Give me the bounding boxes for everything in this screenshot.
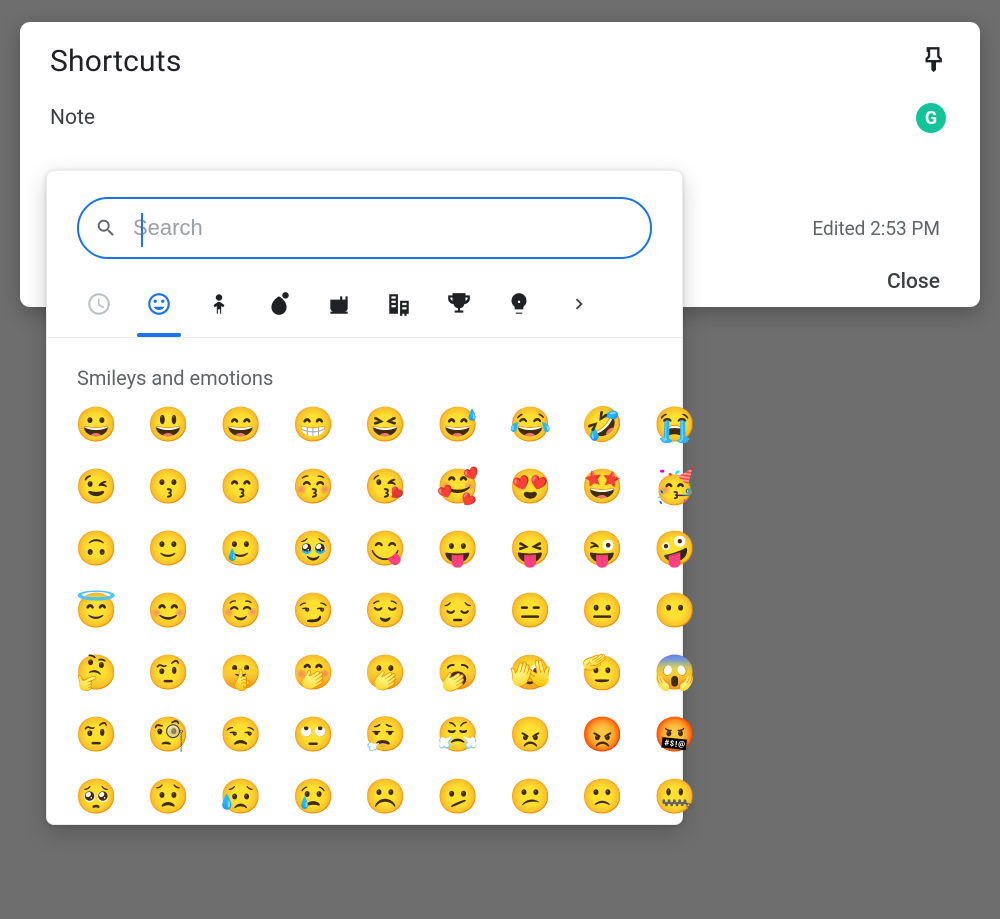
person-icon bbox=[206, 291, 232, 317]
emoji-section-title: Smileys and emotions bbox=[47, 338, 682, 404]
card-footer: Edited 2:53 PM Close bbox=[812, 217, 940, 294]
emoji-item[interactable]: 😭 bbox=[654, 408, 696, 442]
emoji-item[interactable]: 😥 bbox=[220, 780, 262, 814]
tab-nature[interactable] bbox=[249, 281, 309, 327]
note-row: Note G bbox=[50, 103, 950, 133]
search-field[interactable] bbox=[77, 197, 652, 259]
emoji-item[interactable]: 😍 bbox=[509, 470, 551, 504]
emoji-item[interactable]: 😛 bbox=[437, 532, 479, 566]
search-icon bbox=[95, 217, 117, 239]
emoji-item[interactable]: 🫣 bbox=[509, 656, 551, 690]
emoji-item[interactable]: 🫢 bbox=[364, 656, 406, 690]
search-input[interactable] bbox=[133, 215, 634, 241]
emoji-item[interactable]: 🙁 bbox=[581, 780, 623, 814]
lightbulb-icon bbox=[506, 291, 532, 317]
emoji-item[interactable]: 🧐 bbox=[147, 718, 189, 752]
emoji-item[interactable]: 😶 bbox=[654, 594, 696, 628]
tab-next[interactable] bbox=[549, 281, 609, 327]
emoji-item[interactable]: 🤐 bbox=[654, 780, 696, 814]
emoji-item[interactable]: 😊 bbox=[147, 594, 189, 628]
smiley-icon bbox=[146, 291, 172, 317]
emoji-item[interactable]: 😜 bbox=[581, 532, 623, 566]
emoji-item[interactable]: 🫡 bbox=[581, 656, 623, 690]
tab-smileys[interactable] bbox=[129, 281, 189, 327]
emoji-item[interactable]: 🥹 bbox=[292, 532, 334, 566]
travel-icon bbox=[386, 291, 412, 317]
emoji-item[interactable]: 😔 bbox=[437, 594, 479, 628]
emoji-item[interactable]: 🙂 bbox=[147, 532, 189, 566]
category-tabs bbox=[47, 273, 682, 327]
emoji-item[interactable]: 😂 bbox=[509, 408, 551, 442]
emoji-item[interactable]: 😙 bbox=[220, 470, 262, 504]
emoji-item[interactable]: 😅 bbox=[437, 408, 479, 442]
emoji-item[interactable]: 😇 bbox=[75, 594, 117, 628]
emoji-picker: Smileys and emotions 😀😃😄😁😆😅😂🤣😭😉😗😙😚😘🥰😍🤩🥳🙃… bbox=[46, 170, 683, 825]
emoji-item[interactable]: 😉 bbox=[75, 470, 117, 504]
emoji-item[interactable]: 🥰 bbox=[437, 470, 479, 504]
emoji-item[interactable]: 🤨 bbox=[147, 656, 189, 690]
emoji-item[interactable]: 😮‍💨 bbox=[364, 718, 406, 752]
emoji-item[interactable]: 😏 bbox=[292, 594, 334, 628]
emoji-item[interactable]: ☹️ bbox=[364, 780, 406, 814]
emoji-item[interactable]: 😘 bbox=[364, 470, 406, 504]
emoji-item[interactable]: 😢 bbox=[292, 780, 334, 814]
emoji-item[interactable]: 🥺 bbox=[75, 780, 117, 814]
emoji-item[interactable]: 😃 bbox=[147, 408, 189, 442]
emoji-item[interactable]: 😌 bbox=[364, 594, 406, 628]
emoji-item[interactable]: 😋 bbox=[364, 532, 406, 566]
grammarly-badge-icon[interactable]: G bbox=[916, 103, 946, 133]
emoji-item[interactable]: 🤫 bbox=[220, 656, 262, 690]
emoji-item[interactable]: 🤬 bbox=[654, 718, 696, 752]
emoji-item[interactable]: 🥲 bbox=[220, 532, 262, 566]
food-icon bbox=[326, 291, 352, 317]
emoji-item[interactable]: 🤣 bbox=[581, 408, 623, 442]
tab-travel[interactable] bbox=[369, 281, 429, 327]
edited-timestamp: Edited 2:53 PM bbox=[812, 217, 940, 240]
emoji-item[interactable]: 🥳 bbox=[654, 470, 696, 504]
emoji-grid: 😀😃😄😁😆😅😂🤣😭😉😗😙😚😘🥰😍🤩🥳🙃🙂🥲🥹😋😛😝😜🤪😇😊☺️😏😌😔😑😐😶🤔🤨🤫… bbox=[47, 404, 682, 814]
emoji-item[interactable]: 😕 bbox=[509, 780, 551, 814]
text-caret bbox=[141, 213, 143, 247]
nature-icon bbox=[266, 291, 292, 317]
emoji-item[interactable]: 😑 bbox=[509, 594, 551, 628]
emoji-item[interactable]: 😝 bbox=[509, 532, 551, 566]
tab-people[interactable] bbox=[189, 281, 249, 327]
emoji-item[interactable]: 😁 bbox=[292, 408, 334, 442]
emoji-item[interactable]: 😚 bbox=[292, 470, 334, 504]
emoji-item[interactable]: 🤭 bbox=[292, 656, 334, 690]
emoji-item[interactable]: 🤔 bbox=[75, 656, 117, 690]
tab-objects[interactable] bbox=[489, 281, 549, 327]
emoji-item[interactable]: 🙄 bbox=[292, 718, 334, 752]
emoji-item[interactable]: 😒 bbox=[220, 718, 262, 752]
tab-food[interactable] bbox=[309, 281, 369, 327]
emoji-item[interactable]: 🤨 bbox=[75, 718, 117, 752]
card-header: Shortcuts bbox=[50, 44, 950, 79]
emoji-item[interactable]: 🫤 bbox=[437, 780, 479, 814]
pin-icon[interactable] bbox=[922, 46, 950, 78]
note-label: Note bbox=[50, 106, 95, 130]
emoji-item[interactable]: 😠 bbox=[509, 718, 551, 752]
emoji-item[interactable]: 🙃 bbox=[75, 532, 117, 566]
emoji-item[interactable]: 😐 bbox=[581, 594, 623, 628]
emoji-item[interactable]: 🤪 bbox=[654, 532, 696, 566]
emoji-item[interactable]: 😀 bbox=[75, 408, 117, 442]
close-button[interactable]: Close bbox=[812, 270, 940, 294]
emoji-item[interactable]: 😟 bbox=[147, 780, 189, 814]
page-title: Shortcuts bbox=[50, 44, 182, 79]
tab-recent[interactable] bbox=[69, 281, 129, 327]
emoji-item[interactable]: 🤩 bbox=[581, 470, 623, 504]
emoji-item[interactable]: 😤 bbox=[437, 718, 479, 752]
emoji-item[interactable]: 😱 bbox=[654, 656, 696, 690]
emoji-item[interactable]: ☺️ bbox=[220, 594, 262, 628]
emoji-item[interactable]: 😡 bbox=[581, 718, 623, 752]
emoji-item[interactable]: 🥱 bbox=[437, 656, 479, 690]
chevron-right-icon bbox=[568, 293, 590, 315]
clock-icon bbox=[86, 291, 112, 317]
trophy-icon bbox=[446, 291, 472, 317]
search-wrap bbox=[47, 171, 682, 269]
emoji-item[interactable]: 😗 bbox=[147, 470, 189, 504]
emoji-item[interactable]: 😆 bbox=[364, 408, 406, 442]
emoji-item[interactable]: 😄 bbox=[220, 408, 262, 442]
tab-activity[interactable] bbox=[429, 281, 489, 327]
